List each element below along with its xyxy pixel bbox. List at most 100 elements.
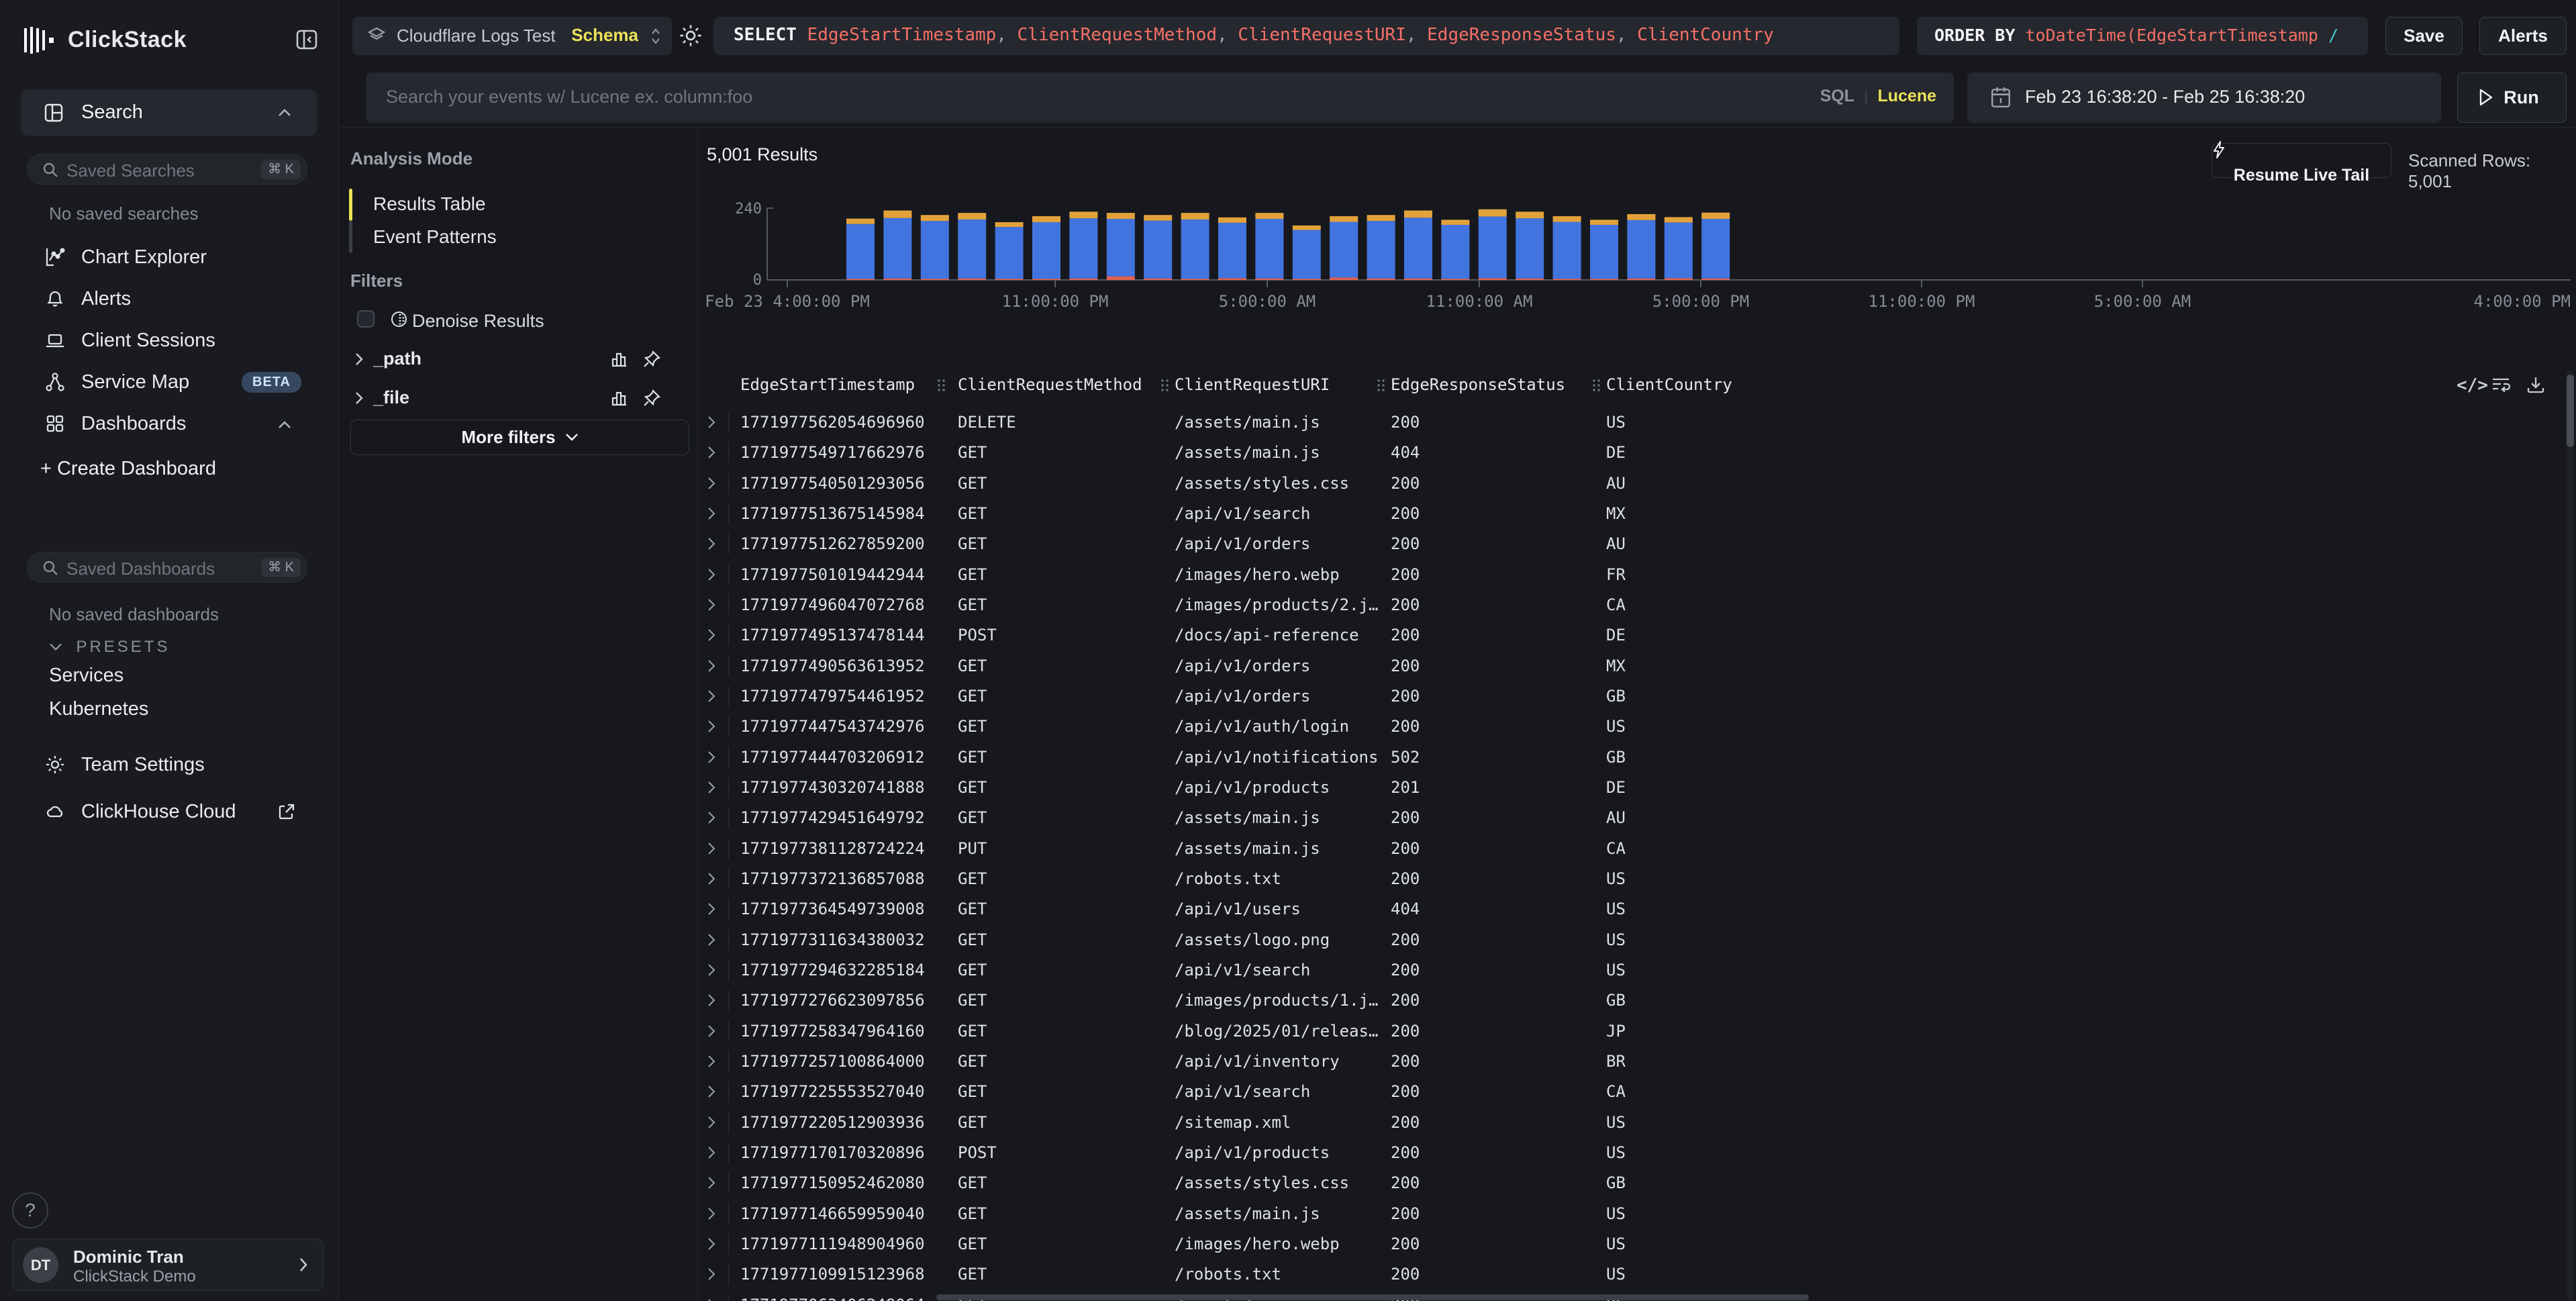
expand-row-chevron-icon[interactable] xyxy=(707,446,716,459)
bar-chart-icon[interactable] xyxy=(610,350,629,369)
table-row[interactable]: 1771977513675145984GET/api/v1/search200M… xyxy=(698,499,2564,529)
field-name[interactable]: _path xyxy=(373,348,422,369)
search-events-input[interactable]: Search your events w/ Lucene ex. column:… xyxy=(366,73,1954,123)
sidebar-item-chart-explorer[interactable]: Chart Explorer xyxy=(21,239,317,275)
run-button[interactable]: Run xyxy=(2457,73,2567,123)
presets-toggle[interactable]: PRESETS xyxy=(49,638,170,657)
date-range-picker[interactable]: Feb 23 16:38:20 - Feb 25 16:38:20 xyxy=(1967,73,2441,123)
expand-row-chevron-icon[interactable] xyxy=(707,902,716,916)
expand-row-chevron-icon[interactable] xyxy=(707,1116,716,1129)
expand-row-chevron-icon[interactable] xyxy=(707,842,716,855)
sql-mode-button[interactable]: SQL xyxy=(1820,87,1854,105)
table-row[interactable]: 1771977311634380032GET/assets/logo.png20… xyxy=(698,925,2564,955)
expand-row-chevron-icon[interactable] xyxy=(707,1146,716,1159)
expand-row-chevron-icon[interactable] xyxy=(707,963,716,977)
table-row[interactable]: 1771977540501293056GET/assets/styles.css… xyxy=(698,469,2564,499)
sql-orderby-input[interactable]: ORDER BY toDateTime(EdgeStartTimestamp / xyxy=(1917,17,2368,55)
column-header[interactable]: EdgeResponseStatus xyxy=(1391,375,1565,394)
column-header[interactable]: ClientRequestURI xyxy=(1175,375,1330,394)
expand-row-chevron-icon[interactable] xyxy=(707,628,716,642)
horizontal-scrollbar-thumb[interactable] xyxy=(936,1294,1809,1300)
expand-row-chevron-icon[interactable] xyxy=(707,781,716,794)
table-row[interactable]: 1771977170170320896POST/api/v1/products2… xyxy=(698,1138,2564,1168)
sidebar-item-team-settings[interactable]: Team Settings xyxy=(21,746,317,783)
table-row[interactable]: 1771977512627859200GET/api/v1/orders200A… xyxy=(698,529,2564,559)
table-row[interactable]: 1771977381128724224PUT/assets/main.js200… xyxy=(698,834,2564,864)
sidebar-item-client-sessions[interactable]: Client Sessions xyxy=(21,322,317,358)
table-row[interactable]: 1771977372136857088GET/robots.txt200US xyxy=(698,864,2564,894)
column-header[interactable]: ClientRequestMethod xyxy=(958,375,1142,394)
expand-row-chevron-icon[interactable] xyxy=(707,1085,716,1098)
results-histogram[interactable]: 0240Feb 23 4:00:00 PM11:00:00 PM5:00:00 … xyxy=(698,191,2576,316)
mode-event-patterns[interactable]: Event Patterns xyxy=(373,226,497,248)
table-row[interactable]: 1771977495137478144POST/docs/api-referen… xyxy=(698,620,2564,650)
bar-chart-icon[interactable] xyxy=(610,389,629,407)
resume-live-tail-button[interactable]: Resume Live Tail xyxy=(2212,143,2391,178)
sidebar-item-dashboards[interactable]: Dashboards xyxy=(21,405,317,442)
table-row[interactable]: 1771977111948904960GET/images/hero.webp2… xyxy=(698,1229,2564,1259)
alerts-button[interactable]: Alerts xyxy=(2479,17,2567,55)
sidebar-item-search[interactable]: Search xyxy=(21,89,317,136)
expand-row-chevron-icon[interactable] xyxy=(707,477,716,490)
table-row[interactable]: 1771977549717662976GET/assets/main.js404… xyxy=(698,438,2564,468)
sidebar-item-clickhouse-cloud[interactable]: ClickHouse Cloud xyxy=(21,793,317,830)
table-row[interactable]: 1771977501019442944GET/images/hero.webp2… xyxy=(698,560,2564,590)
lucene-mode-button[interactable]: Lucene xyxy=(1877,87,1936,105)
table-row[interactable]: 1771977276623097856GET/images/products/1… xyxy=(698,985,2564,1016)
table-row[interactable]: 1771977496047072768GET/images/products/2… xyxy=(698,590,2564,620)
expand-row-chevron-icon[interactable] xyxy=(707,1237,716,1251)
table-row[interactable]: 1771977225553527040GET/api/v1/search200C… xyxy=(698,1077,2564,1107)
vertical-scrollbar-thumb[interactable] xyxy=(2567,375,2574,447)
column-header[interactable]: ClientCountry xyxy=(1606,375,1732,394)
table-row[interactable]: 1771977109915123968GET/robots.txt200US xyxy=(698,1259,2564,1290)
table-row[interactable]: 1771977479754461952GET/api/v1/orders200G… xyxy=(698,681,2564,712)
table-row[interactable]: 1771977430320741888GET/api/v1/products20… xyxy=(698,773,2564,803)
pin-icon[interactable] xyxy=(642,389,661,407)
table-row[interactable]: 1771977257100864000GET/api/v1/inventory2… xyxy=(698,1047,2564,1077)
create-dashboard-button[interactable]: + Create Dashboard xyxy=(40,458,216,480)
saved-searches-input[interactable]: Saved Searches ⌘ K xyxy=(27,154,307,185)
saved-dashboards-input[interactable]: Saved Dashboards ⌘ K xyxy=(27,552,307,583)
table-row[interactable]: 1771977150952462080GET/assets/styles.css… xyxy=(698,1168,2564,1198)
table-row[interactable]: 1771977146659959040GET/assets/main.js200… xyxy=(698,1199,2564,1229)
expand-row-chevron-icon[interactable] xyxy=(707,1055,716,1068)
expand-row-chevron-icon[interactable] xyxy=(707,994,716,1007)
expand-row-chevron-icon[interactable] xyxy=(707,933,716,947)
chevron-right-icon[interactable] xyxy=(354,391,364,405)
expand-row-chevron-icon[interactable] xyxy=(707,720,716,733)
table-row[interactable]: 1771977429451649792GET/assets/main.js200… xyxy=(698,803,2564,833)
column-drag-handle-icon[interactable] xyxy=(1376,378,1385,393)
column-drag-handle-icon[interactable] xyxy=(1160,378,1169,393)
table-row[interactable]: 1771977294632285184GET/api/v1/search200U… xyxy=(698,955,2564,985)
table-row[interactable]: 1771977220512903936GET/sitemap.xml200US xyxy=(698,1108,2564,1138)
expand-row-chevron-icon[interactable] xyxy=(707,811,716,824)
expand-row-chevron-icon[interactable] xyxy=(707,598,716,612)
more-filters-button[interactable]: More filters xyxy=(350,420,689,455)
table-row[interactable]: 1771977490563613952GET/api/v1/orders200M… xyxy=(698,651,2564,681)
expand-row-chevron-icon[interactable] xyxy=(707,751,716,764)
table-row[interactable]: 1771977258347964160GET/blog/2025/01/rele… xyxy=(698,1016,2564,1047)
field-name[interactable]: _file xyxy=(373,387,409,408)
expand-row-chevron-icon[interactable] xyxy=(707,872,716,885)
expand-row-chevron-icon[interactable] xyxy=(707,689,716,703)
column-drag-handle-icon[interactable] xyxy=(1591,378,1601,393)
chevron-right-icon[interactable] xyxy=(354,352,364,366)
collapse-sidebar-icon[interactable] xyxy=(295,28,318,51)
column-drag-handle-icon[interactable] xyxy=(936,378,946,393)
save-button[interactable]: Save xyxy=(2385,17,2463,55)
table-row[interactable]: 1771977364549739008GET/api/v1/users404US xyxy=(698,894,2564,924)
sidebar-item-alerts[interactable]: Alerts xyxy=(21,281,317,317)
preset-item-kubernetes[interactable]: Kubernetes xyxy=(49,698,148,720)
expand-row-chevron-icon[interactable] xyxy=(707,507,716,520)
expand-row-chevron-icon[interactable] xyxy=(707,416,716,429)
source-settings-gear-icon[interactable] xyxy=(679,23,703,48)
help-button[interactable]: ? xyxy=(12,1192,48,1228)
table-row[interactable]: 1771977447543742976GET/api/v1/auth/login… xyxy=(698,712,2564,742)
expand-row-chevron-icon[interactable] xyxy=(707,537,716,550)
mode-results-table[interactable]: Results Table xyxy=(373,193,486,215)
user-menu[interactable]: DT Dominic Tran ClickStack Demo xyxy=(12,1239,324,1291)
expand-row-chevron-icon[interactable] xyxy=(707,1267,716,1281)
expand-row-chevron-icon[interactable] xyxy=(707,659,716,673)
preset-item-services[interactable]: Services xyxy=(49,665,123,687)
expand-row-chevron-icon[interactable] xyxy=(707,1207,716,1220)
